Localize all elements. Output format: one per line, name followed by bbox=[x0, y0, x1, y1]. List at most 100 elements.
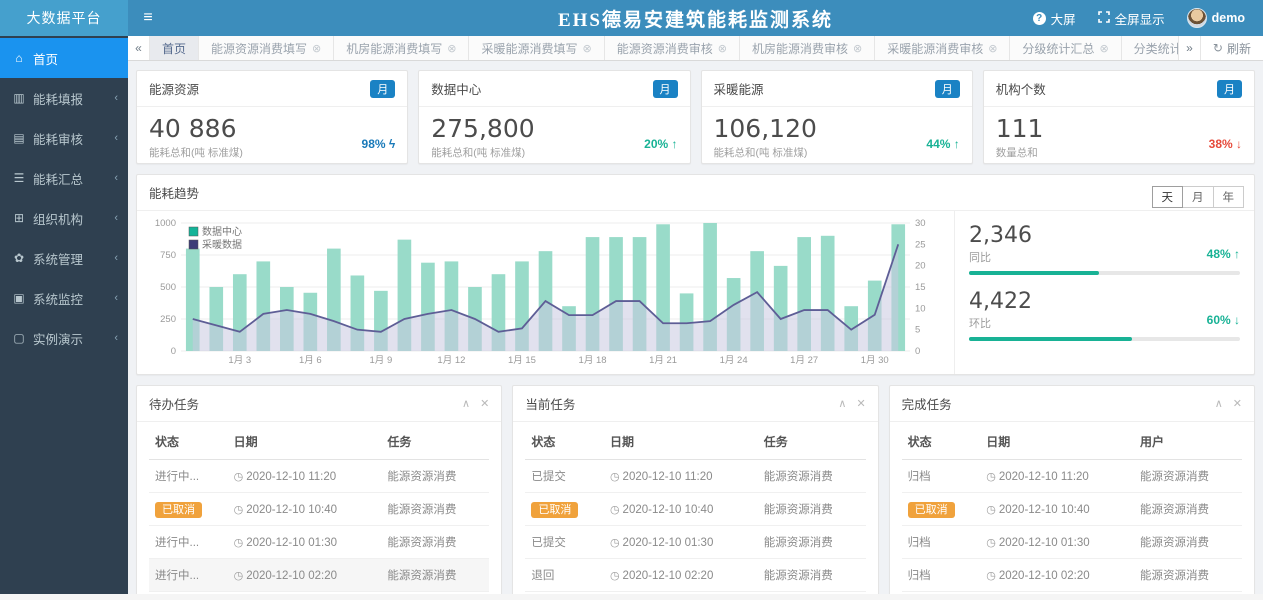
column-header-状态: 状态 bbox=[902, 424, 981, 460]
footer bbox=[0, 594, 1263, 600]
fullscreen-button[interactable]: 全屏显示 bbox=[1098, 9, 1165, 28]
svg-text:0: 0 bbox=[915, 346, 920, 357]
table-row[interactable]: 已提交◷2020-12-10 01:30能源资源消费 bbox=[525, 526, 865, 559]
month-badge[interactable]: 月 bbox=[935, 80, 960, 98]
month-badge[interactable]: 月 bbox=[653, 80, 678, 98]
tab-close-icon[interactable]: ⊗ bbox=[447, 42, 456, 55]
chart-icon: ▥ bbox=[10, 91, 28, 105]
month-badge[interactable]: 月 bbox=[1217, 80, 1242, 98]
range-button-天[interactable]: 天 bbox=[1152, 186, 1184, 208]
task-panel-完成任务: 完成任务∧✕状态日期用户归档◷2020-12-10 11:20能源资源消费已取消… bbox=[889, 385, 1255, 594]
range-button-月[interactable]: 月 bbox=[1182, 186, 1214, 208]
stat-card-title: 机构个数 bbox=[996, 79, 1046, 98]
tab-分级统计汇总[interactable]: 分级统计汇总⊗ bbox=[1010, 36, 1121, 60]
gear-icon: ✿ bbox=[10, 251, 28, 265]
task-table: 状态日期任务已提交◷2020-12-10 11:20能源资源消费已取消◷2020… bbox=[525, 424, 865, 592]
tab-close-icon[interactable]: ⊗ bbox=[988, 42, 997, 55]
date-cell: ◷2020-12-10 11:20 bbox=[980, 460, 1134, 493]
tab-采暖能源消费填写[interactable]: 采暖能源消费填写⊗ bbox=[469, 36, 604, 60]
table-row[interactable]: 已取消◷2020-12-10 10:40能源资源消费 bbox=[149, 493, 489, 526]
table-row[interactable]: 已取消◷2020-12-10 10:40能源资源消费 bbox=[902, 493, 1242, 526]
tab-close-icon[interactable]: ⊗ bbox=[853, 42, 862, 55]
stat-card-header: 采暖能源 月 bbox=[702, 71, 972, 107]
sidebar-item-能耗填报[interactable]: ▥能耗填报‹ bbox=[0, 78, 128, 118]
table-row[interactable]: 已取消◷2020-12-10 10:40能源资源消费 bbox=[525, 493, 865, 526]
stat-value: 106,120 bbox=[714, 115, 960, 143]
tab-close-icon[interactable]: ⊗ bbox=[718, 42, 727, 55]
sidebar-item-系统管理[interactable]: ✿系统管理‹ bbox=[0, 238, 128, 278]
tab-能源资源消费填写[interactable]: 能源资源消费填写⊗ bbox=[199, 36, 334, 60]
svg-text:1000: 1000 bbox=[155, 218, 176, 229]
file-icon: ▤ bbox=[10, 131, 28, 145]
tab-能源资源消费审核[interactable]: 能源资源消费审核⊗ bbox=[605, 36, 740, 60]
close-icon[interactable]: ✕ bbox=[856, 397, 865, 410]
date-cell: ◷2020-12-10 11:20 bbox=[228, 460, 382, 493]
tab-close-icon[interactable]: ⊗ bbox=[1099, 42, 1108, 55]
stat-card-body: 40 886能耗总和(吨 标准煤)98% ϟ bbox=[137, 107, 407, 163]
svg-text:1月 3: 1月 3 bbox=[228, 355, 251, 366]
logo[interactable]: 大数据平台 bbox=[0, 0, 128, 36]
sidebar-item-实例演示[interactable]: ▢实例演示‹ bbox=[0, 318, 128, 358]
task-panel-header: 当前任务∧✕ bbox=[513, 386, 877, 422]
status-cell: 进行中... bbox=[149, 559, 228, 592]
range-button-年[interactable]: 年 bbox=[1213, 186, 1245, 208]
layers-icon: ☰ bbox=[10, 171, 28, 185]
sidebar-toggle-icon[interactable]: ≡ bbox=[128, 9, 168, 27]
table-row[interactable]: 归档◷2020-12-10 02:20能源资源消费 bbox=[902, 559, 1242, 592]
tab-首页[interactable]: 首页 bbox=[150, 36, 199, 60]
table-row[interactable]: 归档◷2020-12-10 01:30能源资源消费 bbox=[902, 526, 1242, 559]
column-header-状态: 状态 bbox=[525, 424, 604, 460]
close-icon[interactable]: ✕ bbox=[1233, 397, 1242, 410]
column-header-任务: 任务 bbox=[758, 424, 866, 460]
status-badge: 已取消 bbox=[908, 502, 955, 518]
trend-progress-bar bbox=[969, 337, 1240, 341]
chevron-left-icon: ‹ bbox=[114, 332, 118, 344]
sidebar-item-label: 系统监控 bbox=[33, 289, 83, 308]
task-panel-header: 完成任务∧✕ bbox=[890, 386, 1254, 422]
tab-分类统计汇总[interactable]: 分类统计汇总⊗ bbox=[1122, 36, 1178, 60]
table-row[interactable]: 进行中...◷2020-12-10 02:20能源资源消费 bbox=[149, 559, 489, 592]
user-menu[interactable]: demo bbox=[1187, 8, 1245, 28]
status-cell: 已提交 bbox=[525, 460, 604, 493]
energy-trend-chart: 025050075010000510152025301月 31月 61月 91月… bbox=[137, 211, 954, 374]
table-row[interactable]: 退回◷2020-12-10 02:20能源资源消费 bbox=[525, 559, 865, 592]
sidebar-item-能耗汇总[interactable]: ☰能耗汇总‹ bbox=[0, 158, 128, 198]
home-icon: ⌂ bbox=[10, 51, 28, 65]
refresh-button[interactable]: ↻ 刷新 bbox=[1200, 36, 1263, 60]
stat-card-title: 采暖能源 bbox=[714, 79, 764, 98]
tab-close-icon[interactable]: ⊗ bbox=[312, 42, 321, 55]
sidebar-item-首页[interactable]: ⌂首页 bbox=[0, 38, 128, 78]
collapse-icon[interactable]: ∧ bbox=[838, 397, 846, 410]
tab-机房能源消费填写[interactable]: 机房能源消费填写⊗ bbox=[334, 36, 469, 60]
tabs-scroll-left-icon[interactable]: « bbox=[128, 36, 150, 60]
collapse-icon[interactable]: ∧ bbox=[1215, 397, 1223, 410]
svg-text:1月 24: 1月 24 bbox=[720, 355, 748, 366]
table-row[interactable]: 进行中...◷2020-12-10 11:20能源资源消费 bbox=[149, 460, 489, 493]
table-row[interactable]: 已提交◷2020-12-10 11:20能源资源消费 bbox=[525, 460, 865, 493]
big-screen-button[interactable]: ? 大屏 bbox=[1033, 9, 1076, 28]
status-cell: 进行中... bbox=[149, 460, 228, 493]
sidebar-item-系统监控[interactable]: ▣系统监控‹ bbox=[0, 278, 128, 318]
collapse-icon[interactable]: ∧ bbox=[462, 397, 470, 410]
stat-card-title: 数据中心 bbox=[431, 79, 481, 98]
fullscreen-label: 全屏显示 bbox=[1115, 9, 1165, 28]
table-row[interactable]: 归档◷2020-12-10 11:20能源资源消费 bbox=[902, 460, 1242, 493]
month-badge[interactable]: 月 bbox=[370, 80, 395, 98]
svg-text:1月 27: 1月 27 bbox=[790, 355, 818, 366]
tabs-scroll-right-icon[interactable]: » bbox=[1178, 36, 1200, 60]
navbar: ≡ EHS德易安建筑能耗监测系统 ? 大屏 全屏显示 demo bbox=[128, 0, 1263, 36]
panel-tools: ∧✕ bbox=[1215, 397, 1242, 410]
stat-card-机构个数: 机构个数月111数量总和38% ↓ bbox=[983, 70, 1255, 164]
clock-icon: ◷ bbox=[234, 570, 244, 582]
stat-percent: 38% ↓ bbox=[1209, 137, 1242, 151]
tab-机房能源消费审核[interactable]: 机房能源消费审核⊗ bbox=[740, 36, 875, 60]
sidebar-item-label: 能耗审核 bbox=[33, 129, 83, 148]
stat-subtitle: 能耗总和(吨 标准煤) bbox=[714, 145, 960, 160]
close-icon[interactable]: ✕ bbox=[480, 397, 489, 410]
stat-subtitle: 能耗总和(吨 标准煤) bbox=[431, 145, 677, 160]
sidebar-item-组织机构[interactable]: ⊞组织机构‹ bbox=[0, 198, 128, 238]
tab-close-icon[interactable]: ⊗ bbox=[583, 42, 592, 55]
tab-采暖能源消费审核[interactable]: 采暖能源消费审核⊗ bbox=[875, 36, 1010, 60]
table-row[interactable]: 进行中...◷2020-12-10 01:30能源资源消费 bbox=[149, 526, 489, 559]
sidebar-item-能耗审核[interactable]: ▤能耗审核‹ bbox=[0, 118, 128, 158]
